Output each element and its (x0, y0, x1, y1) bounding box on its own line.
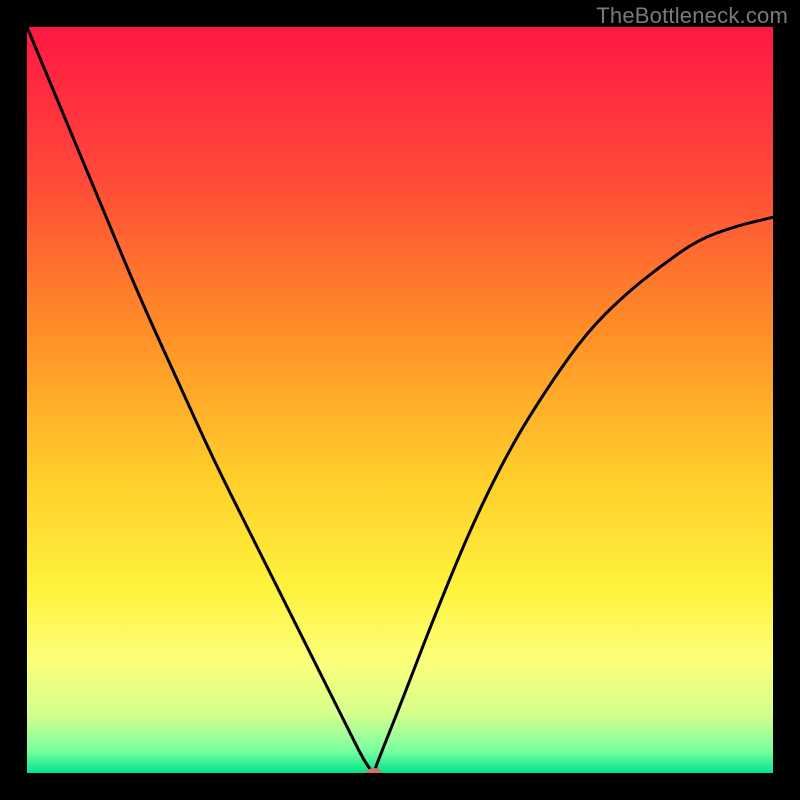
gradient-background (27, 27, 773, 773)
chart-frame: TheBottleneck.com (0, 0, 800, 800)
watermark-text: TheBottleneck.com (596, 3, 788, 29)
chart-svg (27, 27, 773, 773)
plot-area (27, 27, 773, 773)
